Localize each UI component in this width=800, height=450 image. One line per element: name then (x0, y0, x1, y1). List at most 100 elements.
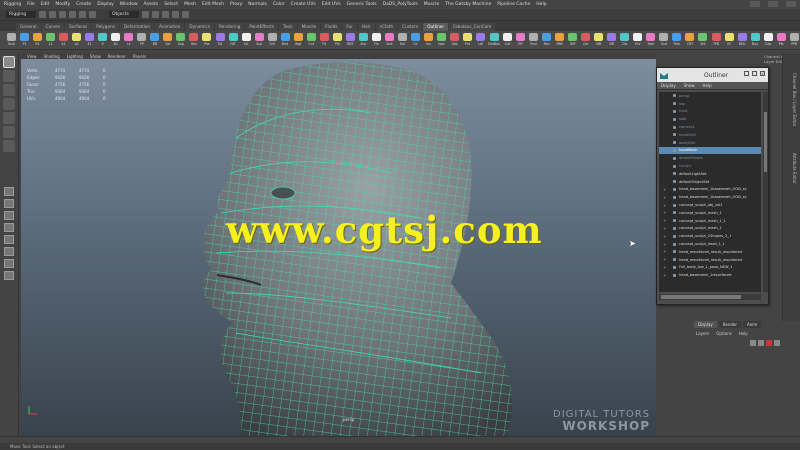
render-icon[interactable] (172, 11, 179, 18)
shelf-button[interactable]: Cdr (580, 32, 591, 48)
shelf-button[interactable]: TPB (710, 32, 721, 48)
shelf-button[interactable]: Fit (319, 32, 330, 48)
ipr-render-icon[interactable] (182, 11, 189, 18)
shelf-tab[interactable]: Outliner (423, 23, 449, 31)
shelf-button[interactable]: Abs (449, 32, 460, 48)
outliner-item[interactable]: headMesh (659, 146, 761, 155)
outliner-item[interactable]: defaultLightSet (659, 170, 761, 178)
shelf-button[interactable]: Scp (254, 32, 265, 48)
move-tool-icon[interactable] (3, 98, 15, 110)
menu-item[interactable]: File (27, 2, 35, 7)
expand-icon[interactable]: + (663, 187, 666, 192)
shelf-button[interactable]: MB (593, 32, 604, 48)
persp-graph-layout-icon[interactable] (4, 223, 14, 232)
expand-icon[interactable]: + (663, 273, 666, 278)
menu-item[interactable]: Color (273, 2, 285, 7)
expand-icon[interactable]: + (663, 218, 666, 223)
shelf-button[interactable]: P1 (19, 32, 30, 48)
shelf-button[interactable]: Lnk (502, 32, 513, 48)
shelf-button[interactable]: E1 (84, 32, 95, 48)
shelf-tab[interactable]: Fur (342, 23, 357, 31)
menu-item[interactable]: Display (97, 2, 114, 7)
shelf-tab[interactable]: Rendering (215, 23, 245, 31)
menu-item[interactable]: Mesh (184, 2, 196, 7)
outliner-item[interactable]: + head_basemesh_1basemesh_OOD_sc (659, 186, 761, 194)
shelf-button[interactable]: PRJ (332, 32, 343, 48)
side-by-side-layout-icon[interactable] (4, 211, 14, 220)
outliner-minimize-button[interactable]: _ (744, 71, 749, 76)
outliner-close-button[interactable]: x (760, 71, 765, 76)
shelf-tab[interactable]: Curves (41, 23, 65, 31)
shelf-button[interactable]: Lbl (475, 32, 486, 48)
outliner-item[interactable]: defaultObjectSet (659, 178, 761, 186)
outliner-item[interactable]: camera1 (659, 123, 761, 131)
menu-item[interactable]: Assets (144, 2, 159, 7)
menu-item[interactable]: Modify (55, 2, 70, 7)
menu-item[interactable]: Proxy (230, 2, 242, 7)
tab-display-layers[interactable]: Display (694, 321, 717, 328)
shelf-button[interactable]: Snp (358, 32, 369, 48)
shelf-button[interactable]: R1 (32, 32, 43, 48)
outliner-item[interactable]: + Full_body_low_1_pose_NEW_1 (659, 264, 761, 272)
move-layer-up-icon[interactable] (750, 340, 756, 346)
shelf-button[interactable]: Pnt (462, 32, 473, 48)
selection-mask-field[interactable]: Objects (109, 11, 139, 18)
last-tool-icon[interactable] (3, 140, 15, 152)
single-pane-layout-icon[interactable] (4, 187, 14, 196)
select-component-icon[interactable] (89, 11, 96, 18)
move-layer-down-icon[interactable] (758, 340, 764, 346)
perspective-viewport[interactable]: View Shading Lighting Show Renderer Panels Ve… (21, 53, 656, 438)
hypershade-layout-icon[interactable] (4, 247, 14, 256)
shelf-button[interactable]: PPR (789, 32, 800, 48)
outliner-maximize-button[interactable] (752, 71, 757, 76)
shelf-tab[interactable]: Deformation (119, 23, 154, 31)
tab-attribute-editor[interactable]: Attribute Editor (792, 153, 797, 184)
outliner-item[interactable]: + concept_sculpt_mesh_1 (659, 225, 761, 233)
tab-render-layers[interactable]: Render (718, 321, 741, 328)
shelf-tab[interactable]: Surfaces (65, 23, 92, 31)
shelf-tab[interactable]: Muscle (297, 23, 321, 31)
snap-curve-icon[interactable] (152, 11, 159, 18)
shelf-button[interactable]: Bnd (280, 32, 291, 48)
expand-icon[interactable]: + (663, 203, 666, 208)
shelf-tab[interactable]: Toon (279, 23, 297, 31)
shelf-button[interactable]: BB (149, 32, 160, 48)
shelf-button[interactable]: Hair (645, 32, 656, 48)
shelf-button[interactable]: Fix (371, 32, 382, 48)
minimize-button[interactable] (750, 1, 760, 7)
shelf-button[interactable]: Clr (410, 32, 421, 48)
shelf-button[interactable]: RBT (345, 32, 356, 48)
shelf-button[interactable]: Snip (6, 32, 17, 48)
outliner-item[interactable]: + concept_sculpt_head_1_1 (659, 240, 761, 248)
shelf-button[interactable]: A1 (58, 32, 69, 48)
menu-item[interactable]: Edit Mesh (202, 2, 224, 7)
menu-item[interactable]: Edit (41, 2, 50, 7)
menu-item[interactable]: Create UVs (291, 2, 316, 7)
expand-icon[interactable]: + (663, 226, 666, 231)
shelf-button[interactable]: BR (606, 32, 617, 48)
outliner-display-menu[interactable]: Display (661, 83, 676, 88)
shelf-button[interactable]: Rnd (528, 32, 539, 48)
outliner-item[interactable]: top (659, 100, 761, 108)
menu-item[interactable]: Pipeline Cache (497, 2, 530, 7)
shelf-button[interactable]: Eal (397, 32, 408, 48)
shelf-button[interactable]: Buy (750, 32, 761, 48)
shelf-button[interactable]: A2 (71, 32, 82, 48)
menu-item[interactable]: Edit UVs (322, 2, 341, 7)
shelf-tab[interactable]: Dynamics (185, 23, 215, 31)
shelf-tab[interactable]: Polygons (92, 23, 119, 31)
shelf-button[interactable]: PBR (554, 32, 565, 48)
snap-grid-icon[interactable] (142, 11, 149, 18)
tab-channel-box[interactable]: Channel Box / Layer Editor (792, 73, 797, 126)
menu-item[interactable]: Generic Tools (347, 2, 377, 7)
shelf-tab[interactable]: Fabulous_ConCam (449, 23, 496, 31)
shelf-tab[interactable]: Custom (398, 23, 423, 31)
shelf-button[interactable]: Dis (619, 32, 630, 48)
paint-select-tool-icon[interactable] (3, 84, 15, 96)
shelf-button[interactable]: Nav (436, 32, 447, 48)
shelf-button[interactable]: Ocd (658, 32, 669, 48)
shelf-button[interactable]: Ren (541, 32, 552, 48)
select-object-icon[interactable] (79, 11, 86, 18)
select-tool-icon[interactable] (3, 56, 15, 68)
new-layer-icon[interactable] (766, 340, 772, 346)
